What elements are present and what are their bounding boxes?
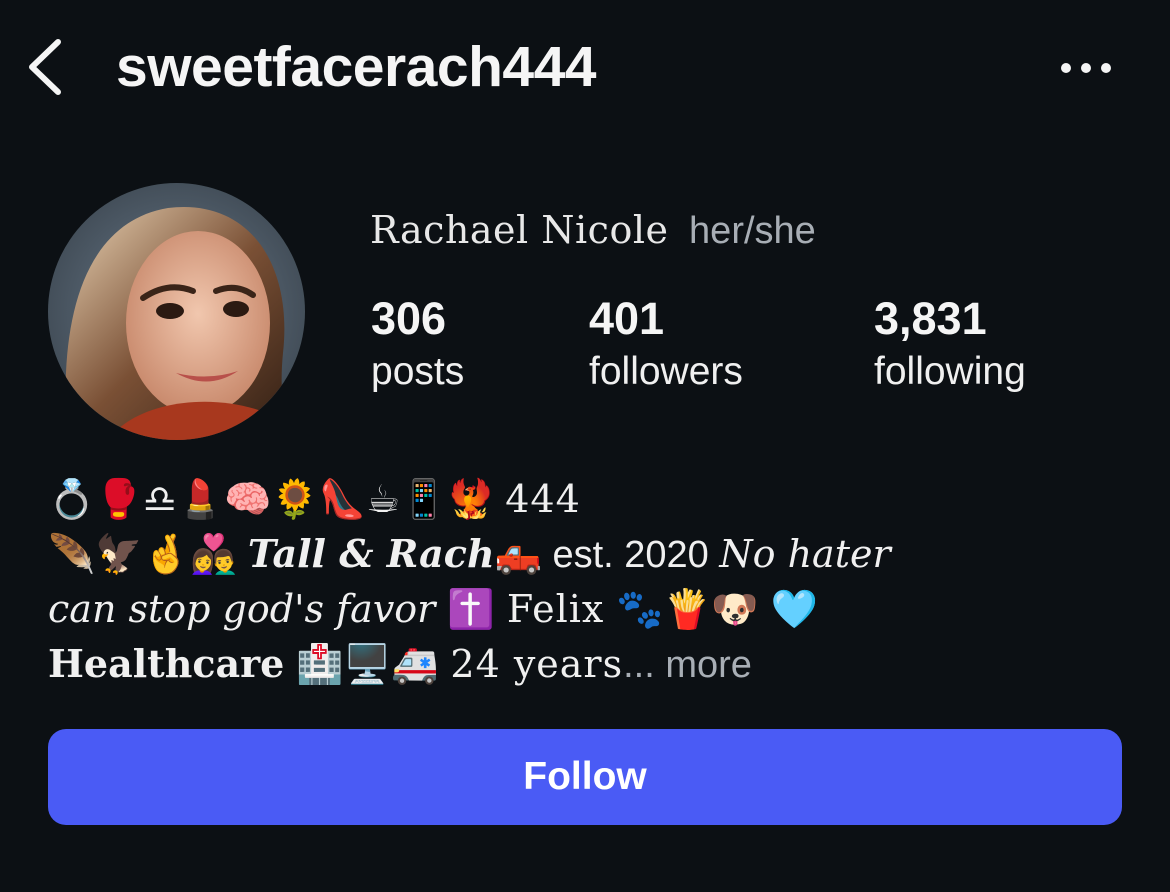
posts-label: posts [371,350,465,393]
bio-emojis: 💍🥊♎💄🧠🌻👠☕📱🐦‍🔥 [48,477,495,521]
posts-count: 306 [371,293,447,344]
profile-avatar[interactable] [48,183,305,440]
followers-label: followers [589,350,743,393]
bio-line-1: 💍🥊♎💄🧠🌻👠☕📱🐦‍🔥 444 [48,472,1128,527]
bio-styled-text: can stop god's favor [48,587,436,631]
back-button[interactable] [22,36,72,98]
cross-emoji: ✝️ [435,587,507,631]
avatar-image [48,183,305,440]
profile-page: sweetfacerach444 Rachael Nicole her/she … [0,0,1170,892]
bio-more-link[interactable]: more [655,644,752,686]
bio-text: 444 [505,477,581,521]
bio-line-2: 🪶🦅🤞👩‍❤️‍👨 Tall & Rach🛻 est. 2020 No hate… [48,527,1128,582]
followers-count: 401 [589,293,665,344]
ellipsis-icon [1061,63,1111,73]
more-options-button[interactable] [1055,50,1117,86]
followers-stat[interactable]: 401 followers [589,292,743,398]
posts-stat[interactable]: 306 posts [371,292,464,398]
following-stat[interactable]: 3,831 following [874,292,1026,398]
bio-text: 24 years [450,642,624,686]
bio-line-3: can stop god's favor ✝️ Felix 🐾🍟🐶 🩵 [48,582,1128,637]
bio-bold-text: Healthcare [48,641,285,686]
bio-emojis: 🏥🖥️🚑 [284,642,451,686]
profile-bio: 💍🥊♎💄🧠🌻👠☕📱🐦‍🔥 444 🪶🦅🤞👩‍❤️‍👨 Tall & Rach🛻 … [48,472,1128,692]
following-label: following [874,350,1026,393]
bio-text: est. 2020 [541,534,720,576]
chevron-left-icon [29,39,61,95]
profile-username: sweetfacerach444 [116,35,597,99]
bio-styled-text: Tall & Rach [247,531,495,576]
bio-emojis: 🐾🍟🐶 🩵 [604,587,818,631]
bio-ellipsis: ... [623,644,655,686]
profile-header: sweetfacerach444 [0,0,1170,135]
profile-name-line: Rachael Nicole her/she [370,206,816,255]
bio-emojis: 🪶🦅🤞👩‍❤️‍👨 [48,532,238,576]
bio-styled-text: No hater [719,532,891,576]
bio-text: Felix [506,587,605,631]
follow-button[interactable]: Follow [48,729,1122,825]
following-count: 3,831 [874,293,987,344]
truck-emoji: 🛻 [494,532,542,576]
bio-line-4: Healthcare 🏥🖥️🚑 24 years... more [48,637,1128,692]
profile-full-name: Rachael Nicole [370,208,669,252]
profile-pronouns: her/she [689,210,816,252]
